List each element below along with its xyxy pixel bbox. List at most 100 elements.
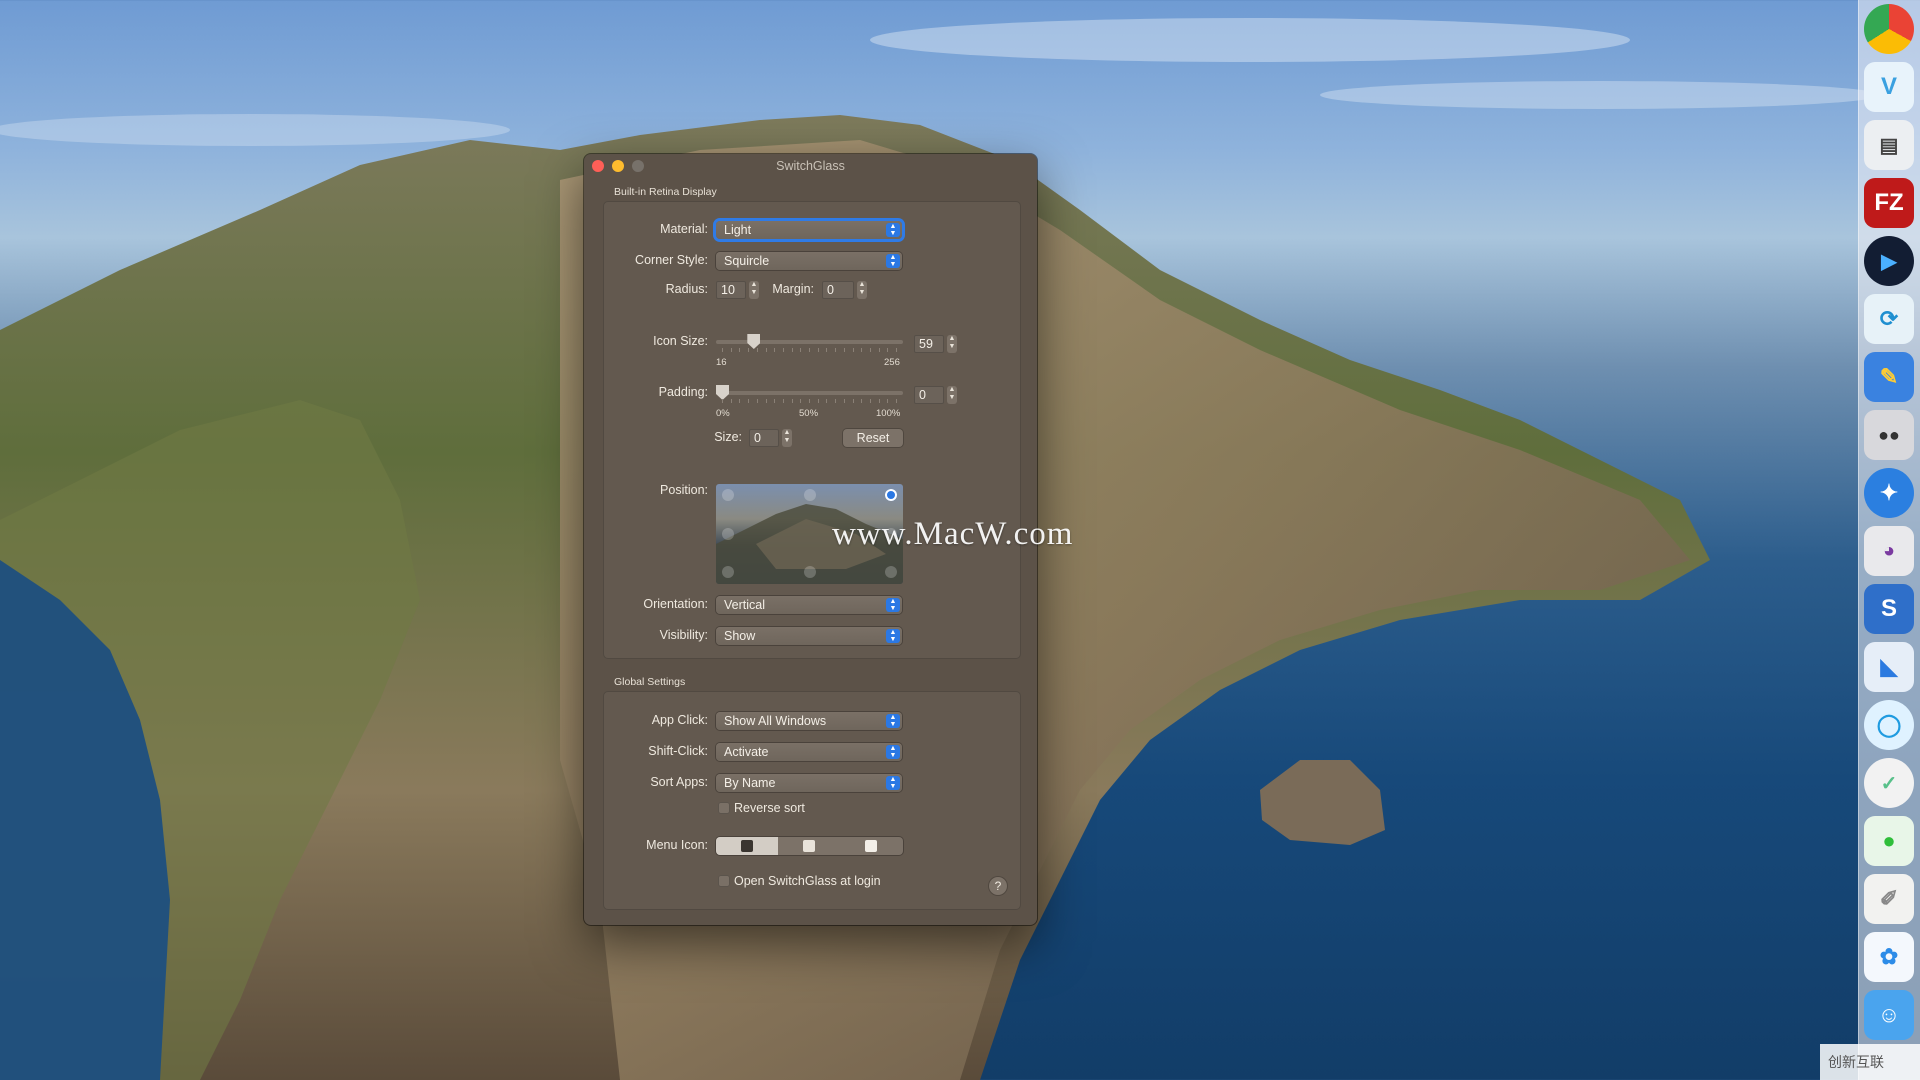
sync-icon[interactable]: ⟳ [1864, 294, 1914, 344]
size-field[interactable]: 0 [749, 429, 779, 447]
slider-tick [861, 399, 863, 403]
slider-tick [852, 399, 854, 403]
open-at-login-checkbox[interactable] [718, 875, 730, 887]
position-top-right[interactable] [885, 489, 897, 501]
visibility-label: Visibility: [659, 628, 708, 642]
title-bar[interactable]: SwitchGlass [584, 154, 1037, 178]
margin-value: 0 [827, 283, 834, 297]
help-button[interactable]: ? [989, 877, 1007, 895]
slider-tick [861, 348, 863, 352]
size-label: Size: [714, 430, 742, 444]
slider-tick [843, 348, 845, 352]
slider-tick [809, 348, 810, 352]
orientation-popup[interactable]: Vertical ▲ ▼ [716, 596, 902, 614]
app-click-popup[interactable]: Show All Windows ▲ ▼ [716, 712, 902, 730]
slider-tick [730, 348, 732, 352]
material-label: Material: [660, 222, 708, 236]
padding-tick-50: 50% [799, 408, 819, 419]
scrivener-icon[interactable]: S [1864, 584, 1914, 634]
margin-field[interactable]: 0 [822, 281, 854, 299]
icon-size-field[interactable]: 59 [914, 335, 944, 353]
finder-icon[interactable]: ☺ [1864, 990, 1914, 1040]
finder-mail-icon[interactable]: ◣ [1864, 642, 1914, 692]
orientation-label: Orientation: [643, 597, 708, 611]
ticktick-icon[interactable]: ✓ [1864, 758, 1914, 808]
pages-icon[interactable]: ✎ [1864, 352, 1914, 402]
slider-tick [739, 348, 741, 352]
menu-icon-segmented-control[interactable] [716, 837, 903, 855]
menu-icon-option-3[interactable] [840, 837, 902, 855]
popup-arrows-icon: ▲ ▼ [886, 714, 900, 728]
padding-field[interactable]: 0 [914, 386, 944, 404]
window-title: SwitchGlass [776, 159, 845, 173]
slider-tick [843, 399, 845, 403]
size-stepper[interactable]: ▲ ▼ [782, 429, 792, 447]
infuse-icon[interactable]: ▶ [1864, 236, 1914, 286]
slider-tick [765, 399, 767, 403]
padding-slider[interactable] [716, 391, 903, 395]
slider-tick [826, 348, 828, 352]
sort-apps-label: Sort Apps: [650, 775, 708, 789]
slider-tick [800, 399, 802, 403]
material-value: Light [724, 223, 752, 237]
messages-icon[interactable]: ◯ [1864, 700, 1914, 750]
icon-size-slider[interactable] [716, 340, 903, 344]
slider-tick [739, 399, 741, 403]
chrome-icon[interactable] [1864, 4, 1914, 54]
sort-apps-popup[interactable]: By Name ▲ ▼ [716, 774, 902, 792]
slider-tick [791, 399, 793, 403]
dock: V ▤ FZ ▶ ⟳ ✎ ●● ✦ ◕ S ◣ ◯ ✓ ● ✐ ✿ ☺ [1858, 0, 1920, 1080]
popup-arrows-icon: ▲ ▼ [886, 776, 900, 790]
slider-tick [730, 399, 732, 403]
corner-style-label: Corner Style: [635, 253, 708, 267]
slider-tick [722, 348, 723, 352]
vectornator-icon[interactable]: V [1864, 62, 1914, 112]
safari-icon[interactable]: ✦ [1864, 468, 1914, 518]
slider-tick [748, 399, 750, 403]
popup-arrows-icon: ▲ ▼ [886, 254, 900, 268]
padding-label: Padding: [658, 385, 708, 399]
position-bottom-right[interactable] [885, 566, 897, 578]
size-value: 0 [754, 431, 761, 445]
icon-size-stepper[interactable]: ▲ ▼ [947, 335, 957, 353]
menu-icon-option-2[interactable] [778, 837, 840, 855]
corner-style-popup[interactable]: Squircle ▲ ▼ [716, 252, 902, 270]
material-popup[interactable]: Light ▲ ▼ [716, 221, 902, 239]
sort-apps-value: By Name [724, 776, 776, 790]
app-pencil-icon [865, 840, 877, 852]
slider-tick [782, 399, 784, 403]
games-icon[interactable]: ◕ [1864, 526, 1914, 576]
app-grid-icon [741, 840, 753, 852]
filezilla-icon[interactable]: FZ [1864, 178, 1914, 228]
baidu-netdisk-icon[interactable]: ✿ [1864, 932, 1914, 982]
position-bottom-center[interactable] [804, 566, 816, 578]
position-top-left[interactable] [722, 489, 734, 501]
wechat-icon[interactable]: ● [1864, 816, 1914, 866]
textedit-icon[interactable]: ✐ [1864, 874, 1914, 924]
slider-tick [869, 348, 871, 352]
app-click-label: App Click: [651, 713, 708, 727]
slider-tick [800, 348, 802, 352]
popup-arrows-icon: ▲ ▼ [886, 745, 900, 759]
visibility-value: Show [724, 629, 756, 643]
icon-size-value: 59 [919, 337, 933, 351]
slider-tick [765, 348, 767, 352]
padding-stepper[interactable]: ▲ ▼ [947, 386, 957, 404]
printer-icon[interactable]: ▤ [1864, 120, 1914, 170]
menu-icon-option-1[interactable] [716, 837, 778, 855]
position-bottom-left[interactable] [722, 566, 734, 578]
robot-icon[interactable]: ●● [1864, 410, 1914, 460]
visibility-popup[interactable]: Show ▲ ▼ [716, 627, 902, 645]
slider-tick [887, 399, 889, 403]
global-section-title: Global Settings [614, 676, 686, 688]
open-at-login-label: Open SwitchGlass at login [734, 874, 881, 888]
position-top-center[interactable] [804, 489, 816, 501]
slider-tick [887, 348, 889, 352]
reverse-sort-checkbox[interactable] [718, 802, 730, 814]
position-middle-left[interactable] [722, 528, 734, 540]
reset-button[interactable]: Reset [843, 429, 903, 447]
shift-click-popup[interactable]: Activate ▲ ▼ [716, 743, 902, 761]
slider-tick [756, 348, 758, 352]
slider-tick [817, 399, 819, 403]
margin-stepper[interactable]: ▲ ▼ [857, 281, 867, 299]
